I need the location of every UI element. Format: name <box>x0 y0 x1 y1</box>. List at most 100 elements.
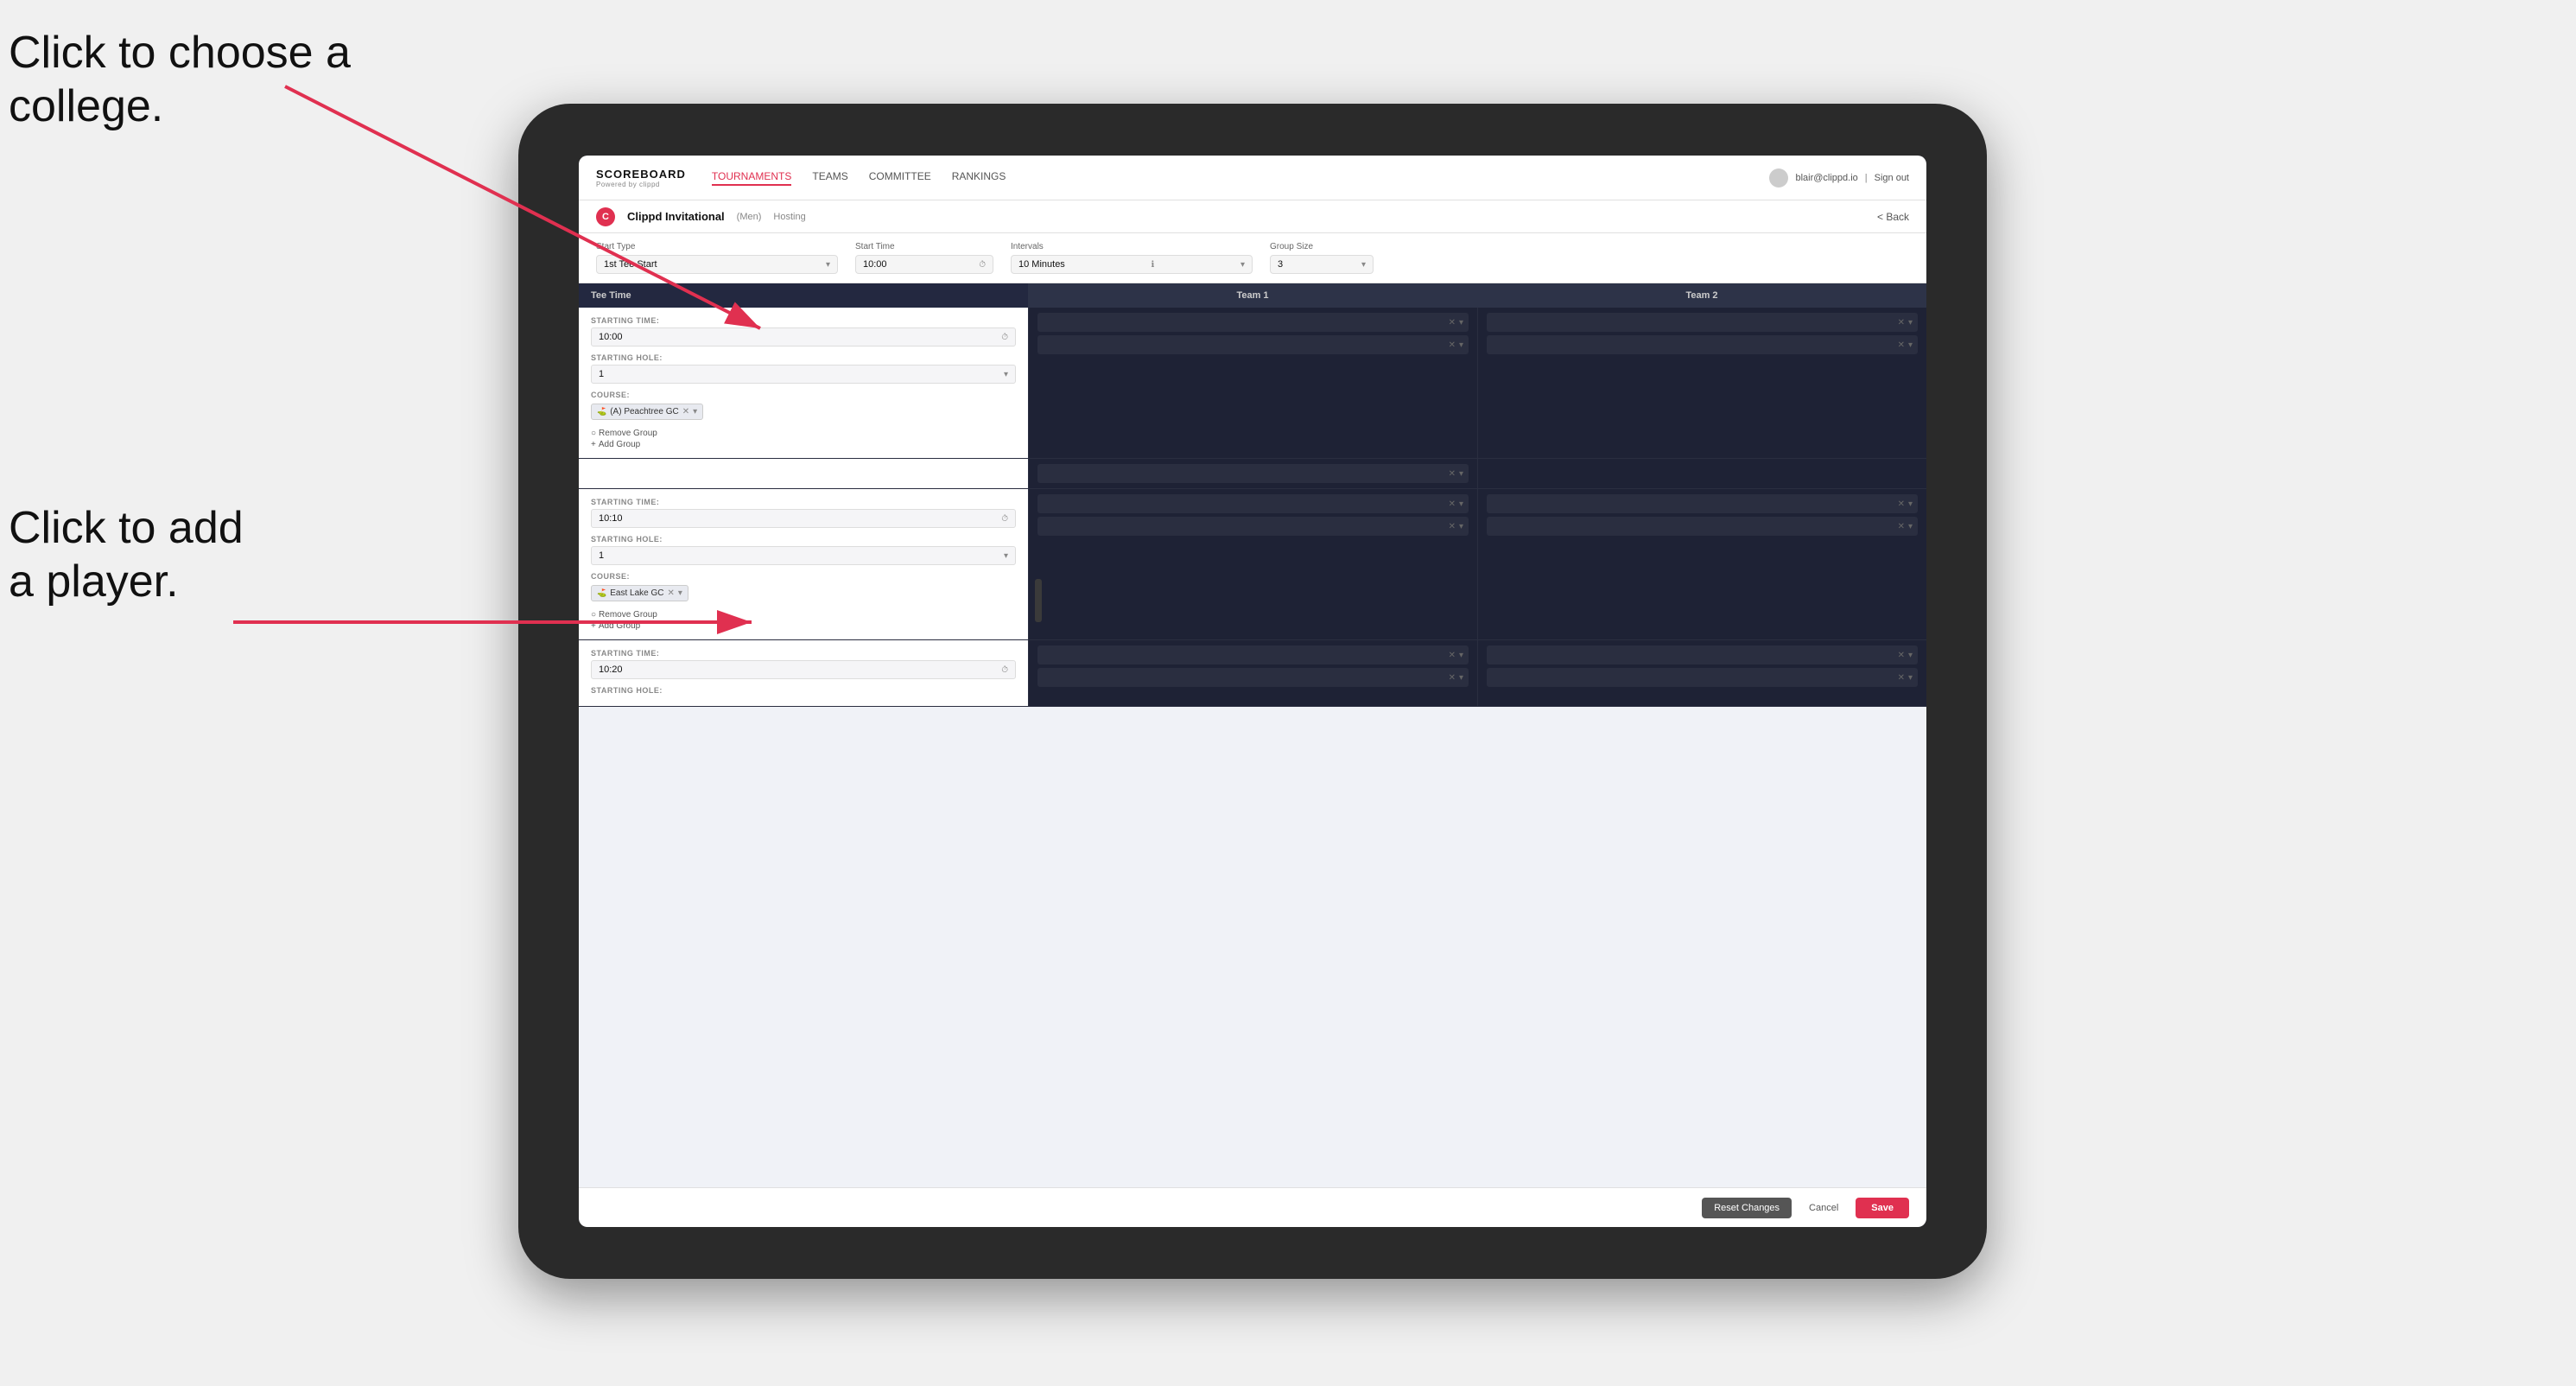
expand-player-icon[interactable]: ▾ <box>1459 522 1463 531</box>
remove-course-icon[interactable]: ✕ <box>667 588 674 598</box>
nav-user-area: blair@clippd.io | Sign out <box>1769 168 1909 188</box>
course-icon: ⛳ <box>597 588 606 598</box>
intervals-select[interactable]: 10 Minutes ℹ ▾ <box>1011 255 1253 274</box>
team1-course-cell-1: ✕ ▾ <box>1028 459 1477 488</box>
player-row: ✕ ▾ <box>1037 645 1469 664</box>
expand-player-icon[interactable]: ▾ <box>1908 340 1913 350</box>
player-row: ✕ ▾ <box>1487 668 1918 687</box>
player-row: ✕ ▾ <box>1037 335 1469 354</box>
remove-player-icon[interactable]: ✕ <box>1898 651 1905 660</box>
sign-out-link[interactable]: Sign out <box>1875 173 1909 183</box>
expand-player-icon[interactable]: ▾ <box>1459 499 1463 509</box>
intervals-label: Intervals <box>1011 242 1253 251</box>
remove-player-icon[interactable]: ✕ <box>1449 318 1456 327</box>
expand-player-icon[interactable]: ▾ <box>1459 340 1463 350</box>
player-row: ✕ ▾ <box>1037 494 1469 513</box>
team2-cell-3: ✕ ▾ ✕ ▾ <box>1477 640 1926 706</box>
annotation-choose-college: Click to choose a college. <box>9 26 351 134</box>
group-actions-2: ○ Remove Group + Add Group <box>591 610 1016 631</box>
chevron-down-icon: ▾ <box>826 260 830 270</box>
chevron-down-icon[interactable]: ▾ <box>678 588 682 598</box>
nav-link-tournaments[interactable]: TOURNAMENTS <box>712 170 791 186</box>
starting-hole-input-2[interactable]: 1 ▾ <box>591 546 1016 565</box>
nav-link-committee[interactable]: COMMITTEE <box>869 170 931 186</box>
remove-icon: ○ <box>591 610 596 620</box>
tee-time-cell-3: STARTING TIME: 10:20 ⏱ STARTING HOLE: <box>579 640 1028 706</box>
nav-link-rankings[interactable]: RANKINGS <box>952 170 1006 186</box>
start-time-select[interactable]: 10:00 ⏱ <box>855 255 993 274</box>
course-icon: ⛳ <box>597 407 606 416</box>
tee-time-cell-1: STARTING TIME: 10:00 ⏱ STARTING HOLE: 1 … <box>579 308 1028 458</box>
reset-changes-button[interactable]: Reset Changes <box>1702 1198 1792 1218</box>
player-row: ✕ ▾ <box>1037 668 1469 687</box>
expand-player-icon[interactable]: ▾ <box>1908 651 1913 660</box>
expand-player-icon[interactable]: ▾ <box>1908 673 1913 683</box>
remove-player-icon[interactable]: ✕ <box>1898 673 1905 683</box>
starting-time-input-1[interactable]: 10:00 ⏱ <box>591 327 1016 346</box>
chevron-down-icon[interactable]: ▾ <box>693 407 697 416</box>
chevron-down-icon: ▾ <box>1004 370 1008 379</box>
team1-cell-1: ✕ ▾ ✕ ▾ <box>1028 308 1477 458</box>
start-type-label: Start Type <box>596 242 838 251</box>
expand-player-icon[interactable]: ▾ <box>1908 318 1913 327</box>
clock-icon: ⏱ <box>1001 514 1008 524</box>
starting-time-input-2[interactable]: 10:10 ⏱ <box>591 509 1016 528</box>
remove-course-icon[interactable]: ✕ <box>682 407 689 416</box>
save-button[interactable]: Save <box>1856 1198 1909 1218</box>
remove-player-icon[interactable]: ✕ <box>1449 499 1456 509</box>
expand-player-icon[interactable]: ▾ <box>1459 651 1463 660</box>
remove-group-btn-2[interactable]: ○ Remove Group <box>591 610 1016 620</box>
remove-player-icon[interactable]: ✕ <box>1898 522 1905 531</box>
controls-row: Start Type 1st Tee Start ▾ Start Time 10… <box>579 233 1926 283</box>
schedule-row: STARTING TIME: 10:10 ⏱ STARTING HOLE: 1 … <box>579 489 1926 640</box>
start-type-control: Start Type 1st Tee Start ▾ <box>596 242 838 274</box>
remove-group-btn-1[interactable]: ○ Remove Group <box>591 429 1016 438</box>
course-row-1: ✕ ▾ <box>579 459 1926 489</box>
team1-cell-3: ✕ ▾ ✕ ▾ <box>1028 640 1477 706</box>
expand-player-icon[interactable]: ▾ <box>1459 318 1463 327</box>
remove-player-icon[interactable]: ✕ <box>1898 318 1905 327</box>
remove-player-icon[interactable]: ✕ <box>1449 651 1456 660</box>
remove-player-icon[interactable]: ✕ <box>1449 673 1456 683</box>
player-row: ✕ ▾ <box>1487 494 1918 513</box>
remove-player-icon[interactable]: ✕ <box>1449 522 1456 531</box>
tournament-title: Clippd Invitational <box>627 210 725 223</box>
starting-time-input-3[interactable]: 10:20 ⏱ <box>591 660 1016 679</box>
team2-header: Team 2 <box>1477 283 1926 308</box>
remove-player-icon[interactable]: ✕ <box>1898 499 1905 509</box>
add-group-btn-2[interactable]: + Add Group <box>591 621 1016 631</box>
team1-header: Team 1 <box>1028 283 1477 308</box>
remove-player-icon[interactable]: ✕ <box>1898 340 1905 350</box>
start-time-label: Start Time <box>855 242 993 251</box>
player-row: ✕ ▾ <box>1487 517 1918 536</box>
info-icon: ℹ <box>1151 260 1154 270</box>
start-type-select[interactable]: 1st Tee Start ▾ <box>596 255 838 274</box>
add-group-btn-1[interactable]: + Add Group <box>591 440 1016 449</box>
main-content: Tee Time Team 1 Team 2 STARTING TIME: 10… <box>579 283 1926 1187</box>
expand-player-icon[interactable]: ▾ <box>1908 499 1913 509</box>
schedule-panel: Tee Time Team 1 Team 2 STARTING TIME: 10… <box>579 283 1926 1187</box>
starting-hole-input-1[interactable]: 1 ▾ <box>591 365 1016 384</box>
add-icon: + <box>591 621 596 631</box>
tournament-logo: C <box>596 207 615 226</box>
group-size-label: Group Size <box>1270 242 1374 251</box>
course-tag-2: ⛳ East Lake GC ✕ ▾ <box>591 585 688 601</box>
tablet-side-button <box>1035 579 1042 622</box>
team1-cell-2: ✕ ▾ ✕ ▾ <box>1028 489 1477 639</box>
expand-player-icon[interactable]: ▾ <box>1459 673 1463 683</box>
remove-player-icon[interactable]: ✕ <box>1449 469 1456 479</box>
back-button[interactable]: Back <box>1877 211 1909 223</box>
schedule-header: Tee Time Team 1 Team 2 <box>579 283 1926 308</box>
schedule-row: STARTING TIME: 10:20 ⏱ STARTING HOLE: ✕ … <box>579 640 1926 707</box>
player-row: ✕ ▾ <box>1037 517 1469 536</box>
expand-player-icon[interactable]: ▾ <box>1908 522 1913 531</box>
nav-link-teams[interactable]: TEAMS <box>812 170 847 186</box>
clock-icon: ⏱ <box>1001 333 1008 342</box>
expand-player-icon[interactable]: ▾ <box>1459 469 1463 479</box>
group-size-select[interactable]: 3 ▾ <box>1270 255 1374 274</box>
group-size-control: Group Size 3 ▾ <box>1270 242 1374 274</box>
cancel-button[interactable]: Cancel <box>1800 1198 1847 1218</box>
app-logo: SCOREBOARD Powered by clippd <box>596 168 686 188</box>
remove-player-icon[interactable]: ✕ <box>1449 340 1456 350</box>
annotation-add-player: Click to add a player. <box>9 501 244 609</box>
